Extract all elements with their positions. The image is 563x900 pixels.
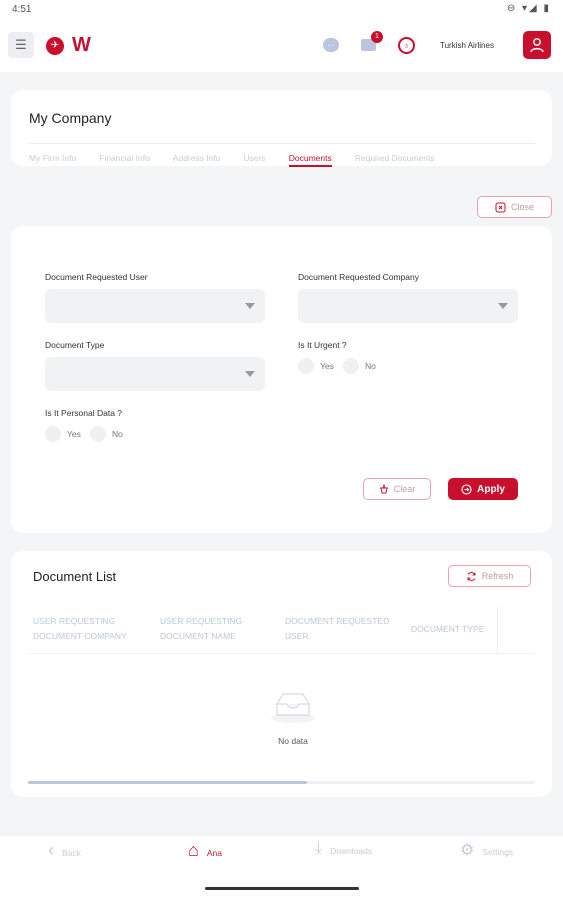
requested-company-select[interactable] [298,289,518,323]
personal-no-radio[interactable]: No [90,426,123,442]
profile-button[interactable] [523,31,551,59]
close-button-label: Close [510,202,534,212]
gear-icon: ⚙ [460,842,475,859]
column-header-line: USER REQUESTING [33,616,116,626]
column-header-line: DOCUMENT TYPE [411,624,485,634]
column-header-line: DOCUMENT REQUESTED [285,616,390,626]
column-header-line: USER REQUESTING [160,616,243,626]
apply-button-label: Apply [477,483,505,495]
column-header-line: USER [285,631,309,641]
status-time: 4:51 [12,4,32,15]
page-title: My Company [29,110,112,126]
home-icon: ⌂ [188,840,199,860]
radio-circle [45,426,61,442]
company-card: My Company My Firm Info Financial Info A… [11,90,552,167]
nav-back-label: Back [62,847,81,858]
refresh-icon [467,571,476,581]
home-indicator [205,887,359,890]
column-header-company[interactable]: USER REQUESTING DOCUMENT COMPANY [33,614,127,644]
clear-icon [379,484,388,494]
radio-label: Yes [320,361,334,371]
radio-circle [298,358,314,374]
chat-icon[interactable]: … [323,38,339,52]
tab-documents[interactable]: Documents [288,144,332,167]
requested-user-select[interactable] [45,289,265,323]
radio-circle [343,358,359,374]
clear-button-label: Clear [393,484,416,494]
header-divider [28,653,535,654]
requested-user-label: Document Requested User [45,272,148,282]
chevron-down-icon [498,303,508,309]
column-header-line: DOCUMENT NAME [160,631,236,641]
chevron-down-icon [245,303,255,309]
back-icon: ‹ [48,840,54,860]
refresh-button-label: Refresh [481,571,514,581]
download-icon: ⤓ [315,840,323,857]
radio-label: No [365,361,376,371]
nav-settings[interactable]: ⚙ Settings [460,840,513,860]
turkish-airlines-logo-icon: ✈ [46,37,64,55]
document-list-title: Document List [33,569,117,584]
apply-icon [461,483,472,495]
requested-company-label: Document Requested Company [298,272,419,282]
tab-address-info[interactable]: Address Info [173,144,221,167]
nav-downloads[interactable]: ⤓ Downloads [315,840,372,858]
scrollbar-thumb[interactable] [28,781,307,784]
nav-home-label: Ana [206,847,222,858]
column-header-line: DOCUMENT COMPANY [33,631,127,641]
empty-state-text: No data [278,736,308,746]
radio-label: Yes [67,429,81,439]
tab-users[interactable]: Users [244,144,266,167]
nav-settings-label: Settings [482,847,514,857]
chevron-down-icon [245,371,255,377]
tab-required-documents[interactable]: Required Documents [355,144,435,167]
column-divider [497,607,498,653]
app-logo-icon: W [72,34,91,56]
radio-circle [90,426,106,442]
company-name: Turkish Airlines [440,41,494,50]
urgent-no-radio[interactable]: No [343,358,376,374]
nav-back[interactable]: ‹ Back [48,840,81,861]
urgent-label: Is It Urgent ? [298,340,347,350]
filter-card: Document Requested User Document Request… [11,226,552,533]
column-header-name[interactable]: USER REQUESTING DOCUMENT NAME [160,614,242,644]
menu-button[interactable]: ☰ [8,32,34,58]
nav-downloads-label: Downloads [330,846,373,856]
document-type-label: Document Type [45,340,105,350]
horizontal-scrollbar[interactable] [28,781,535,784]
notification-badge: 1 [371,31,383,43]
document-list-card: Document List Refresh USER REQUESTING DO… [11,551,552,797]
refresh-button[interactable]: Refresh [448,565,531,587]
clear-button[interactable]: Clear [363,478,431,500]
user-icon [530,38,544,53]
urgent-yes-radio[interactable]: Yes [298,358,334,374]
company-tabs: My Firm Info Financial Info Address Info… [29,143,535,167]
apply-button[interactable]: Apply [448,478,518,500]
close-doc-icon [495,202,506,212]
tab-my-firm-info[interactable]: My Firm Info [29,144,76,167]
column-header-type[interactable]: DOCUMENT TYPE [411,622,484,637]
column-header-requested-user[interactable]: DOCUMENT REQUESTED USER [285,614,389,644]
tab-financial-info[interactable]: Financial Info [99,144,150,167]
top-bar: ☰ ✈ W … 1 ♁ Turkish Airlines [0,20,563,72]
close-button[interactable]: Close [477,196,552,218]
language-icon[interactable]: ♁ [398,37,415,54]
status-icons: ⊖ ▾◢ ▮ [506,3,551,14]
empty-box-icon [271,693,315,723]
personal-yes-radio[interactable]: Yes [45,426,81,442]
status-bar: 4:51 ⊖ ▾◢ ▮ [0,0,563,20]
radio-label: No [112,429,123,439]
document-type-select[interactable] [45,357,265,391]
bottom-navigation: ‹ Back ⌂ Ana ⤓ Downloads ⚙ Settings [0,836,563,900]
personal-data-label: Is It Personal Data ? [45,408,123,418]
nav-home[interactable]: ⌂ Ana [188,840,222,861]
menu-icon: ☰ [15,37,27,52]
